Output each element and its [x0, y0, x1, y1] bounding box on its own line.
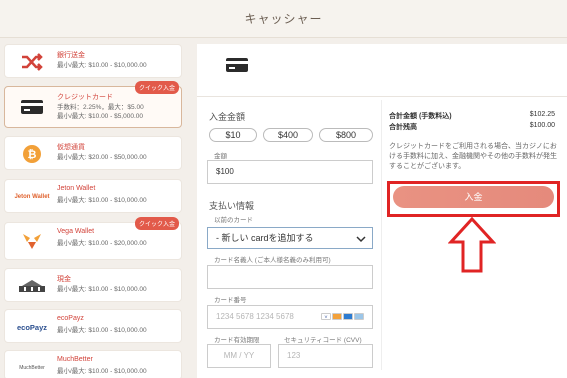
- total-balance-value: $100.00: [529, 122, 555, 129]
- method-limit: 最小/最大: $10.00 - $10,000.00: [57, 327, 147, 334]
- method-crypto[interactable]: ₿ 仮想通貨 最小/最大: $20.00 - $50,000.00: [4, 136, 182, 170]
- cvv-label: セキュリティコード (CVV): [284, 337, 362, 344]
- shuffle-icon: [13, 50, 51, 74]
- cardholder-label: カード名義人 (ご本人様名義のみ利用可): [214, 257, 331, 264]
- method-name: ecoPayz: [57, 315, 84, 322]
- cash-icon: [13, 274, 51, 298]
- method-vega-wallet[interactable]: クイック入金 Vega Wallet 最小/最大: $10.00 - $20,0…: [4, 217, 182, 260]
- quick-amount-10[interactable]: $10: [209, 128, 257, 142]
- method-limit: 最小/最大: $10.00 - $20,000.00: [57, 240, 147, 247]
- amount-input[interactable]: $100: [207, 160, 373, 184]
- cardholder-input[interactable]: [207, 265, 373, 289]
- card-brand-icons: V: [321, 313, 364, 320]
- card-brand-icon: [354, 313, 364, 320]
- card-select-value: - 新しい cardを追加する: [216, 233, 314, 243]
- column-divider: [381, 100, 382, 370]
- expiry-label: カード有効期限: [214, 337, 260, 344]
- method-limit: 最小/最大: $10.00 - $10,000.00: [57, 286, 147, 293]
- quick-deposit-badge: クイック入金: [134, 81, 179, 94]
- method-ecopayz[interactable]: ecoPayz ecoPayz 最小/最大: $10.00 - $10,000.…: [4, 309, 182, 343]
- ecopayz-logo: ecoPayz: [16, 322, 48, 332]
- method-jeton-wallet[interactable]: Jeton Wallet Jeton Wallet 最小/最大: $10.00 …: [4, 179, 182, 213]
- method-credit-card[interactable]: クイック入金 クレジットカード 手数料：2.25%，最大：$5.00 最小/最大…: [4, 81, 182, 128]
- method-name: MuchBetter: [57, 356, 93, 363]
- amex-icon: [343, 313, 353, 320]
- expiry-input[interactable]: MM / YY: [207, 344, 271, 368]
- method-name: Vega Wallet: [57, 228, 95, 235]
- card-number-label: カード番号: [214, 297, 247, 304]
- method-cash[interactable]: 現金 最小/最大: $10.00 - $10,000.00: [4, 268, 182, 302]
- method-limit: 最小/最大: $10.00 - $10,000.00: [57, 368, 147, 375]
- method-bank-transfer[interactable]: 銀行送金 最小/最大: $10.00 - $10,000.00: [4, 44, 182, 78]
- total-balance-label: 合計残高: [389, 124, 417, 131]
- card-select[interactable]: - 新しい cardを追加する: [207, 227, 373, 249]
- quick-amount-400[interactable]: $400: [263, 128, 313, 142]
- svg-text:₿: ₿: [28, 148, 37, 161]
- quick-amount-800[interactable]: $800: [319, 128, 373, 142]
- credit-card-icon: [225, 56, 249, 74]
- total-amount-value: $102.25: [529, 111, 555, 118]
- method-name: Jeton Wallet: [57, 185, 96, 192]
- credit-card-icon: [13, 95, 51, 119]
- method-name: 現金: [57, 276, 71, 283]
- highlight-box: [387, 181, 560, 217]
- quick-deposit-badge: クイック入金: [134, 217, 179, 230]
- card-number-placeholder: 1234 5678 1234 5678: [216, 312, 294, 321]
- method-limit: 最小/最大: $10.00 - $10,000.00: [57, 62, 147, 69]
- page-title: キャッシャー: [244, 12, 323, 26]
- method-fee: 手数料：2.25%，最大：$5.00: [57, 104, 144, 111]
- vega-icon: [13, 229, 51, 253]
- method-limit: 最小/最大: $10.00 - $10,000.00: [57, 197, 147, 204]
- method-limit: 最小/最大: $10.00 - $5,000.00: [57, 113, 143, 120]
- method-limit: 最小/最大: $20.00 - $50,000.00: [57, 154, 147, 161]
- payment-methods-sidebar: 銀行送金 最小/最大: $10.00 - $10,000.00 クイック入金 ク…: [0, 38, 190, 378]
- up-arrow-icon: [448, 216, 496, 273]
- method-name: 仮想通貨: [57, 144, 85, 151]
- mastercard-icon: [332, 313, 342, 320]
- method-name: クレジットカード: [57, 94, 113, 101]
- jeton-logo: Jeton Wallet: [14, 194, 50, 200]
- muchbetter-logo: MuchBetter: [19, 365, 45, 371]
- total-amount-label: 合計金額 (手数料込): [389, 113, 452, 120]
- visa-icon: V: [321, 313, 331, 320]
- divider: [197, 96, 567, 97]
- cvv-input[interactable]: 123: [278, 344, 373, 368]
- card-number-input[interactable]: 1234 5678 1234 5678 V: [207, 305, 373, 329]
- previous-card-label: 以前のカード: [214, 217, 253, 224]
- deposit-amount-label: 入金金額: [209, 112, 246, 122]
- bitcoin-icon: ₿: [13, 142, 51, 166]
- payment-info-label: 支払い情報: [209, 201, 255, 211]
- amount-label: 金額: [214, 153, 227, 160]
- cashier-header: キャッシャー: [0, 0, 567, 38]
- chevron-down-icon: [356, 236, 366, 243]
- method-muchbetter[interactable]: MuchBetter MuchBetter 最小/最大: $10.00 - $1…: [4, 350, 182, 378]
- method-name: 銀行送金: [57, 52, 85, 59]
- fee-note: クレジットカードをご利用される場合、当カジノにおける手数料に加え、金融機関やその…: [389, 143, 557, 170]
